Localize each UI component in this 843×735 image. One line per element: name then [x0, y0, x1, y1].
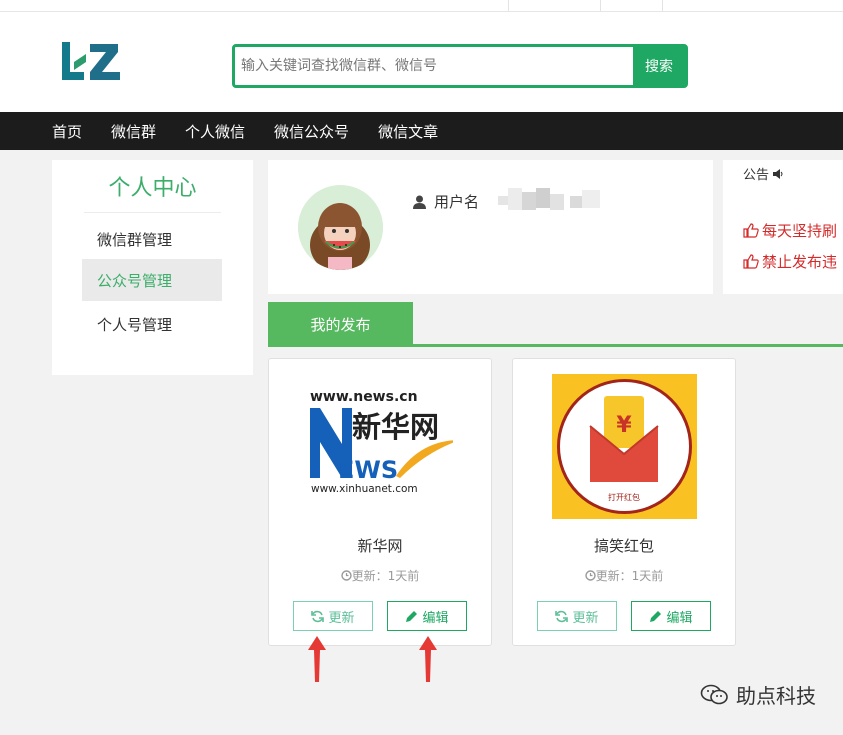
thumbs-up-icon: [743, 254, 759, 269]
notice-panel: 公告 每天坚持刷 禁止发布违: [723, 160, 843, 294]
sidebar-item-group-management[interactable]: 微信群管理: [82, 218, 222, 260]
header: 搜索: [0, 12, 843, 112]
account-thumbnail-red-envelope[interactable]: ¥ 打开红包: [552, 374, 697, 519]
avatar[interactable]: [298, 185, 383, 270]
top-strip: [0, 0, 843, 12]
annotation-arrow-icon: [308, 636, 326, 682]
nav-official-accounts[interactable]: 微信公众号: [274, 121, 349, 142]
nav-wechat-groups[interactable]: 微信群: [111, 121, 156, 142]
top-strip-divider: [600, 0, 601, 11]
username-line: 用户名: [413, 191, 479, 212]
watermark-text: 助点科技: [736, 684, 816, 708]
account-name: 搞笑红包: [593, 537, 654, 555]
sidebar-item-personal-management[interactable]: 个人号管理: [82, 303, 222, 345]
watermark: 助点科技: [700, 680, 816, 709]
xinhua-url-top: www.news.cn: [310, 389, 418, 405]
open-envelope-caption: 打开红包: [608, 492, 640, 502]
updated-time: 更新：1天前: [513, 567, 735, 584]
annotation-arrow-icon: [419, 636, 437, 682]
updated-text: 更新：1天前: [595, 569, 664, 583]
update-button[interactable]: 更新: [537, 601, 617, 631]
nav-home[interactable]: 首页: [52, 121, 82, 142]
notice-line[interactable]: 每天坚持刷: [743, 220, 837, 241]
xinhua-url-bottom: www.xinhuanet.com: [311, 483, 418, 495]
notice-title: 公告: [743, 168, 770, 183]
notice-line[interactable]: 禁止发布违: [743, 251, 837, 272]
notice-header: 公告: [743, 164, 784, 183]
pencil-icon: [650, 610, 662, 622]
edit-button[interactable]: 编辑: [631, 601, 711, 631]
profile-panel: 用户名: [268, 160, 713, 294]
search-button[interactable]: 搜索: [633, 47, 685, 85]
top-strip-divider: [662, 0, 663, 11]
clock-icon: [584, 570, 596, 581]
update-button[interactable]: 更新: [293, 601, 373, 631]
xinhua-news-word: EWS: [338, 456, 398, 484]
tab-bar: 我的发布: [268, 302, 843, 347]
top-strip-divider: [508, 0, 509, 11]
search-bar: 搜索: [232, 44, 688, 88]
tab-my-posts[interactable]: 我的发布: [268, 302, 413, 346]
sidebar-item-account-management[interactable]: 公众号管理: [82, 259, 222, 301]
edit-button[interactable]: 编辑: [387, 601, 467, 631]
speaker-icon: [773, 169, 783, 179]
wechat-icon: [700, 684, 728, 704]
updated-text: 更新：1天前: [351, 569, 420, 583]
thumbs-up-icon: [743, 223, 759, 238]
account-card[interactable]: www.news.cn 新华网 EWS www.xinhuanet.com 新华…: [268, 358, 492, 646]
xinhua-chinese-name: 新华网: [352, 410, 439, 444]
sidebar: 个人中心 微信群管理 公众号管理 个人号管理: [52, 160, 253, 375]
user-icon: [413, 195, 426, 209]
refresh-icon: [311, 610, 325, 622]
yuan-symbol: ¥: [616, 413, 632, 438]
refresh-icon: [555, 610, 569, 622]
account-thumbnail-xinhua[interactable]: www.news.cn 新华网 EWS www.xinhuanet.com: [308, 374, 453, 519]
main-nav: 首页 微信群 个人微信 微信公众号 微信文章: [0, 112, 843, 150]
username-redacted: [498, 184, 601, 212]
clock-icon: [340, 570, 352, 581]
nav-personal-wechat[interactable]: 个人微信: [185, 121, 245, 142]
updated-time: 更新：1天前: [269, 567, 491, 584]
account-name: 新华网: [357, 537, 403, 555]
nav-wechat-articles[interactable]: 微信文章: [378, 121, 438, 142]
account-card[interactable]: ¥ 打开红包 搞笑红包 更新：1天前 更新 编辑: [512, 358, 736, 646]
site-logo[interactable]: [60, 40, 124, 82]
pencil-icon: [406, 610, 418, 622]
search-input[interactable]: [235, 47, 633, 85]
username-label: 用户名: [434, 193, 480, 211]
notice-line-text: 每天坚持刷: [762, 222, 838, 240]
notice-line-text: 禁止发布违: [762, 253, 838, 271]
sidebar-title: 个人中心: [84, 160, 221, 213]
